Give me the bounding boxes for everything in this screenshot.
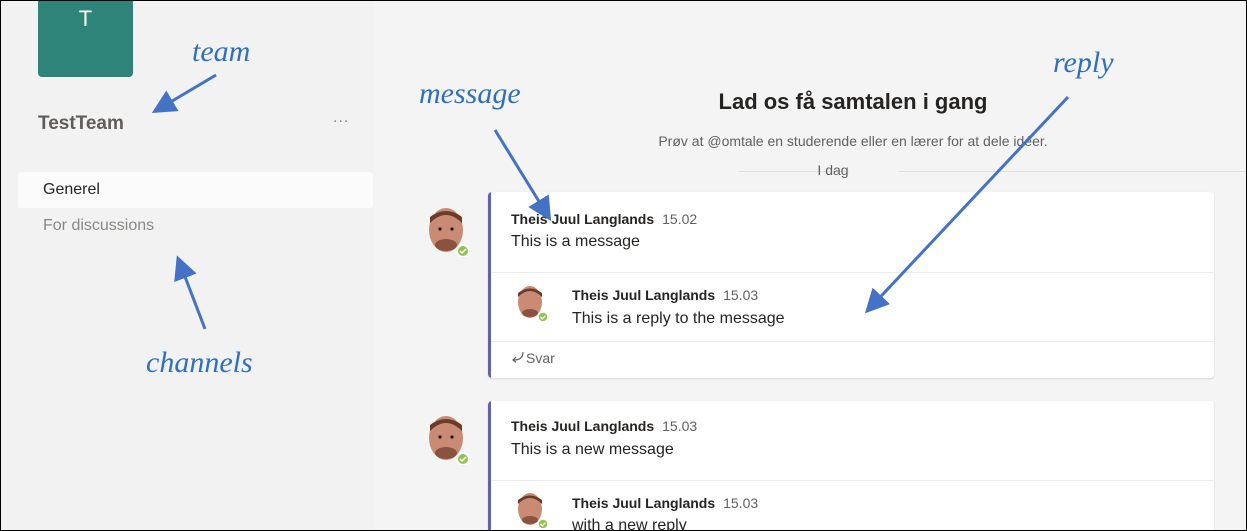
reply-author[interactable]: Theis Juul Langlands [572,495,715,511]
more-options-icon[interactable]: ... [333,109,349,127]
reply-separator [491,480,1214,481]
reply-author-avatar[interactable] [515,491,549,530]
message-text: This is a message [511,233,640,250]
face-avatar-icon [429,208,470,258]
team-sidebar: T TestTeam ... Generel For discussions [1,1,373,530]
reply-header: Theis Juul Langlands 15.03 [572,495,758,511]
reply-author[interactable]: Theis Juul Langlands [572,287,715,303]
reply-text: with a new reply [572,517,687,531]
thread-accent-bar [488,192,491,378]
message-header: Theis Juul Langlands 15.02 [511,211,697,227]
face-avatar-icon [518,286,549,323]
message-author[interactable]: Theis Juul Langlands [511,418,654,434]
face-avatar-icon [518,493,549,530]
message-time: 15.02 [662,211,698,227]
conversation-subtitle: Prøv at @omtale en studerende eller en l… [658,133,1048,149]
reply-button-label: Svar [526,350,555,366]
author-avatar[interactable] [425,413,470,466]
channel-item-for-discussions[interactable]: For discussions [18,208,373,244]
message-header: Theis Juul Langlands 15.03 [511,418,697,434]
reply-arrow-icon [510,350,526,366]
reply-button[interactable]: Svar [510,350,555,366]
message-card: Theis Juul Langlands 15.02 This is a mess… [488,192,1214,378]
author-avatar[interactable] [425,205,470,258]
team-avatar-tile[interactable]: T [38,1,133,77]
date-label: I dag [817,162,849,178]
thread-accent-bar [488,401,491,530]
message-time: 15.03 [662,418,698,434]
team-name[interactable]: TestTeam [38,113,124,135]
reply-header: Theis Juul Langlands 15.03 [572,287,758,303]
annotation-reply: reply [1053,46,1114,79]
reply-time: 15.03 [723,287,759,303]
message-author[interactable]: Theis Juul Langlands [511,211,654,227]
message-card: Theis Juul Langlands 15.03 This is a new … [488,401,1214,531]
message-text: This is a new message [511,441,674,458]
reply-author-avatar[interactable] [515,284,549,323]
reply-separator [491,272,1214,273]
annotation-team: team [192,35,251,68]
teams-window: T TestTeam ... Generel For discussions L… [0,0,1247,531]
annotation-message: message [419,77,521,110]
reply-text: This is a reply to the message [572,310,785,327]
channel-item-generel[interactable]: Generel [18,172,373,208]
reply-separator [491,341,1214,342]
annotation-channels: channels [146,346,253,379]
face-avatar-icon [429,416,470,466]
reply-time: 15.03 [723,495,759,511]
